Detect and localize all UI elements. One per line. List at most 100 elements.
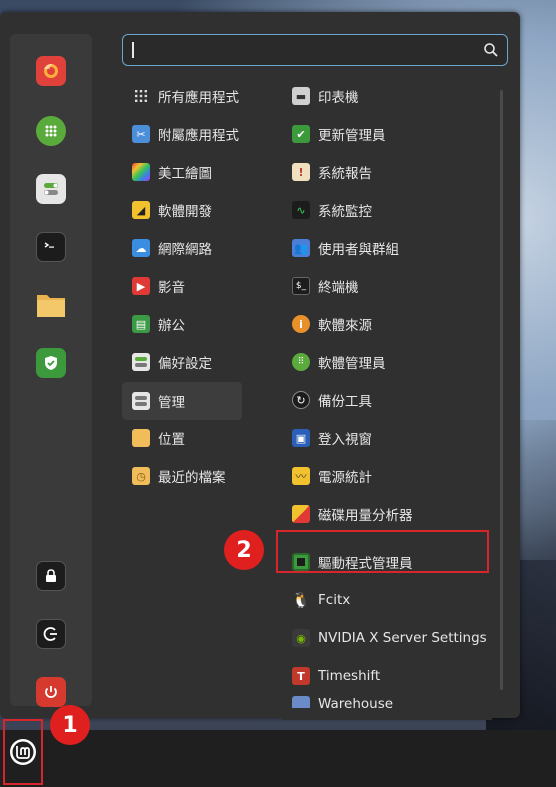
programming-icon: ◢ [132,201,150,219]
step-badge-2: 2 [224,530,264,570]
system-settings-icon [36,174,66,204]
app-system-monitor[interactable]: ∿ 系統監控 [282,192,492,228]
app-label: 電源統計 [318,470,372,486]
linux-mint-logo-icon [10,739,36,765]
app-disk-usage-analyzer[interactable]: 磁碟用量分析器 [282,496,492,532]
printer-icon: ▬ [292,87,310,105]
category-label: 最近的檔案 [158,470,226,486]
category-label: 偏好設定 [158,356,212,372]
app-nvidia-settings[interactable]: ◉ NVIDIA X Server Settings [282,620,492,656]
app-label: Timeshift [318,668,381,684]
category-label: 網際網路 [158,242,212,258]
category-places[interactable]: 位置 [122,420,242,456]
app-label: 使用者與群組 [318,242,399,258]
app-label: 系統監控 [318,204,372,220]
app-login-window[interactable]: ▣ 登入視窗 [282,420,492,456]
logout-icon [36,619,66,649]
category-administration[interactable]: 管理 [122,382,242,420]
software-manager-icon: ⠿ [292,353,310,371]
favorite-system-settings[interactable] [34,172,68,206]
toggle-settings-icon [132,353,150,371]
backup-icon: ↻ [292,391,310,409]
driver-manager-highlight-box [276,530,489,573]
app-system-reports[interactable]: ! 系統報告 [282,154,492,190]
application-menu: 所有應用程式 ✂ 附屬應用程式 美工繪圖 ◢ 軟體開發 ☁ 網際網路 ▶ 影音 … [0,12,520,720]
menu-button[interactable] [3,719,43,785]
office-icon: ▤ [132,315,150,333]
favorite-terminal[interactable] [34,230,68,264]
app-label: 印表機 [318,90,359,106]
disk-usage-icon [292,505,310,523]
category-label: 辦公 [158,318,185,334]
category-label: 美工繪圖 [158,166,212,182]
favorites-bar [10,34,92,709]
category-label: 影音 [158,280,185,296]
favorite-logout[interactable] [34,617,68,651]
grid-icon [132,87,150,105]
software-manager-icon [36,116,66,146]
text-caret [132,42,134,58]
category-multimedia[interactable]: ▶ 影音 [122,268,242,304]
terminal-icon [36,232,66,262]
app-label: 軟體管理員 [318,356,386,372]
shutdown-icon [36,677,66,707]
app-terminal[interactable]: $_ 終端機 [282,268,492,304]
app-label: 磁碟用量分析器 [318,508,413,524]
list-clip-edge [282,708,492,720]
category-label: 所有應用程式 [158,90,239,106]
favorite-shutdown[interactable] [34,675,68,709]
firefox-icon [36,56,66,86]
category-preferences[interactable]: 偏好設定 [122,344,242,380]
favorite-software-manager[interactable] [34,114,68,148]
users-icon: 👥 [292,239,310,257]
category-all-applications[interactable]: 所有應用程式 [122,78,242,114]
scissors-icon: ✂ [132,125,150,143]
favorite-files[interactable] [34,288,68,322]
app-label: Fcitx [318,592,351,608]
play-icon: ▶ [132,277,150,295]
favorite-update-manager[interactable] [34,346,68,380]
category-internet[interactable]: ☁ 網際網路 [122,230,242,266]
app-power-statistics[interactable]: 〰 電源統計 [282,458,492,494]
category-graphics[interactable]: 美工繪圖 [122,154,242,190]
shield-icon: ✔ [292,125,310,143]
category-accessories[interactable]: ✂ 附屬應用程式 [122,116,242,152]
app-label: 軟體來源 [318,318,372,334]
app-users-groups[interactable]: 👥 使用者與群組 [282,230,492,266]
favorite-firefox[interactable] [34,54,68,88]
app-update-manager[interactable]: ✔ 更新管理員 [282,116,492,152]
graphics-icon [132,163,150,181]
app-printers[interactable]: ▬ 印表機 [282,78,492,114]
category-label: 軟體開發 [158,204,212,220]
app-label: 系統報告 [318,166,372,182]
app-backup-tool[interactable]: ↻ 備份工具 [282,382,492,418]
app-label: 終端機 [318,280,359,296]
favorite-lock-screen[interactable] [34,559,68,593]
app-software-sources[interactable]: i 軟體來源 [282,306,492,342]
lock-screen-icon [36,561,66,591]
login-window-icon: ▣ [292,429,310,447]
scrollbar[interactable] [500,90,503,690]
category-office[interactable]: ▤ 辦公 [122,306,242,342]
report-icon: ! [292,163,310,181]
category-label: 管理 [158,395,185,411]
toggle-settings-icon [132,392,150,410]
nvidia-icon: ◉ [292,629,310,647]
penguin-icon: 🐧 [291,591,311,609]
folder-icon [132,429,150,447]
app-software-manager[interactable]: ⠿ 軟體管理員 [282,344,492,380]
timeshift-icon: T [292,667,310,685]
category-label: 附屬應用程式 [158,128,239,144]
search-input[interactable] [131,39,475,63]
app-label: NVIDIA X Server Settings [318,630,487,646]
search-box[interactable] [122,34,508,66]
terminal-icon: $_ [292,277,310,295]
category-programming[interactable]: ◢ 軟體開發 [122,192,242,228]
recent-folder-icon: ◷ [132,467,150,485]
app-fcitx[interactable]: 🐧 Fcitx [282,582,492,618]
update-manager-icon [36,348,66,378]
category-label: 位置 [158,432,185,448]
step-badge-1: 1 [50,705,90,745]
category-recent-files[interactable]: ◷ 最近的檔案 [122,458,242,494]
monitor-graph-icon: ∿ [292,201,310,219]
